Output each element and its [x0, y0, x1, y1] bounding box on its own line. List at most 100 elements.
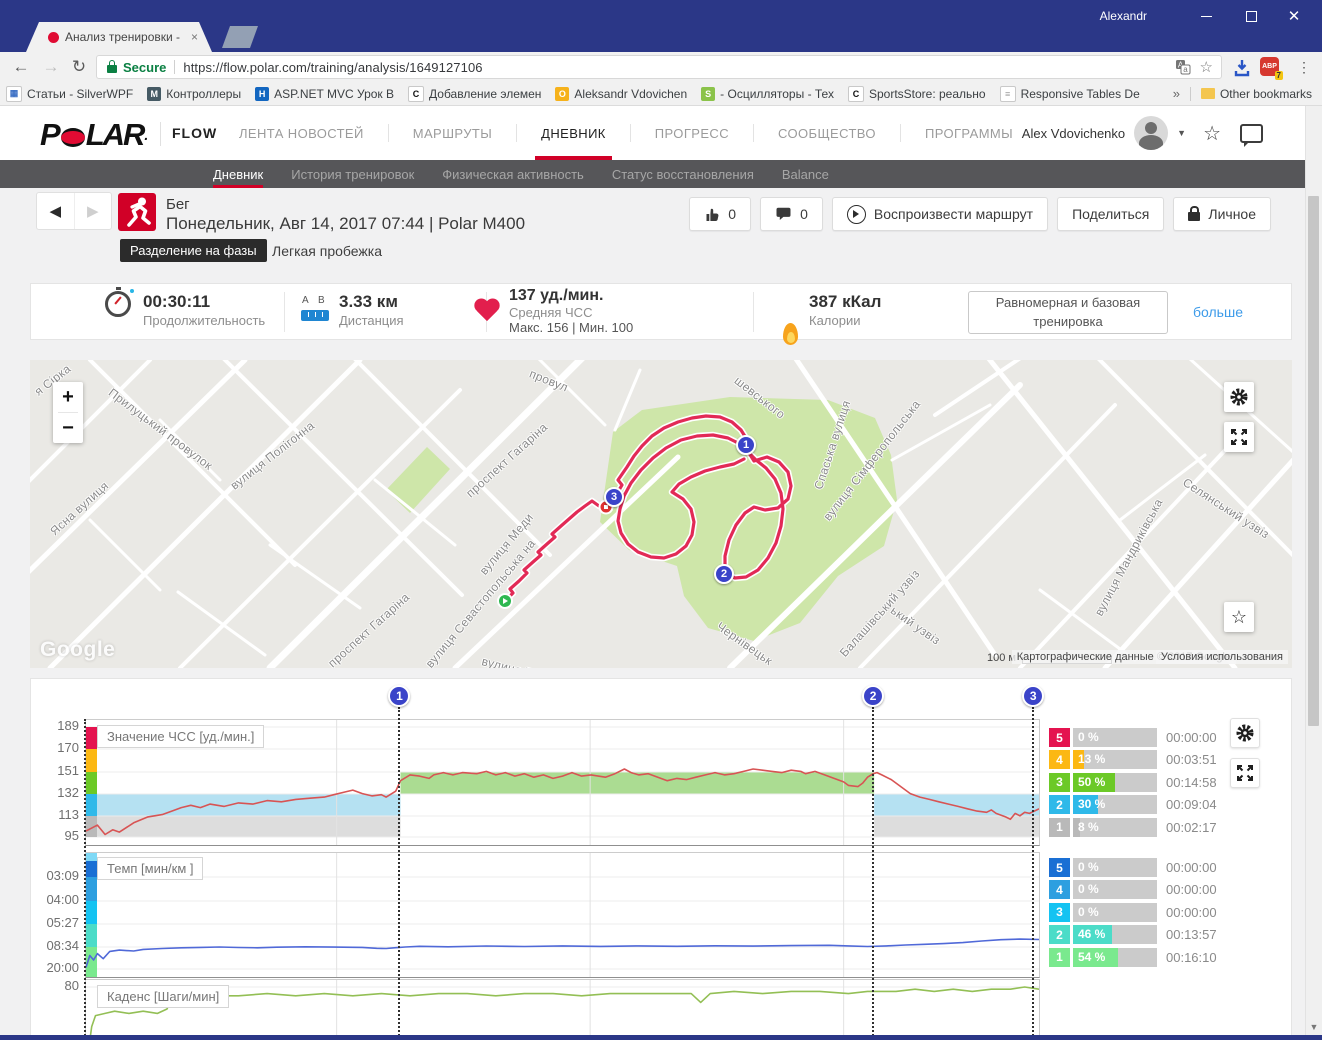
map-split-marker-3[interactable]: 3 [604, 487, 624, 507]
phase-tooltip: Разделение на фазы [120, 239, 267, 262]
chevron-down-icon[interactable]: ▼ [1177, 128, 1186, 138]
main-nav-5[interactable]: СООБЩЕСТВО [754, 106, 900, 160]
bookmark-item[interactable]: C Добавление элемен [408, 85, 541, 102]
main-nav-1[interactable]: ЛЕНТА НОВОСТЕЙ [215, 106, 388, 160]
bookmark-item[interactable]: ≡ Responsive Tables De [999, 85, 1140, 102]
translate-icon[interactable]: A а [1175, 59, 1191, 75]
axis-tick-label: 80 [64, 978, 79, 993]
main-nav-3[interactable]: ДНЕВНИК [517, 106, 630, 160]
subnav-4[interactable]: Статус восстановления [612, 160, 754, 188]
map-split-marker-1[interactable]: 1 [736, 435, 756, 455]
refresh-button[interactable]: ↻ [66, 52, 92, 82]
window-close-button[interactable]: ✕ [1278, 6, 1310, 26]
phase-marker-line [398, 707, 401, 1039]
gear-icon [1230, 388, 1248, 406]
zone-row: 3 0 % 00:00:00 [1049, 902, 1249, 922]
calories-label: Калории [809, 313, 861, 328]
window-maximize-button[interactable] [1235, 6, 1267, 26]
zone-row: 1 8 % 00:02:17 [1049, 817, 1249, 837]
scrollbar-down-arrow[interactable]: ▼ [1306, 1022, 1322, 1032]
tab-close-icon[interactable]: × [191, 30, 198, 44]
main-nav-4[interactable]: ПРОГРЕСС [631, 106, 753, 160]
zone-badge: 2 [1049, 795, 1070, 815]
phase-marker-2[interactable]: 2 [862, 685, 885, 707]
scrollbar-thumb[interactable] [1308, 196, 1319, 726]
main-nav-2[interactable]: МАРШРУТЫ [389, 106, 516, 160]
zone-percent: 50 % [1078, 774, 1106, 789]
axis-tick-label: 170 [57, 740, 79, 755]
chrome-menu-icon[interactable]: ⋮ [1292, 52, 1316, 82]
chart-fullscreen-button[interactable] [1230, 758, 1260, 788]
bookmark-favicon: H [255, 86, 270, 101]
window-minimize-button[interactable] [1190, 6, 1222, 26]
phase-marker-1[interactable]: 1 [388, 685, 411, 707]
subnav-2[interactable]: История тренировок [291, 160, 414, 188]
map-settings-button[interactable] [1224, 382, 1254, 412]
bookmarks-overflow-icon[interactable]: » [1173, 86, 1180, 101]
browser-tab[interactable]: Анализ тренировки - Po × [26, 22, 212, 52]
bookmark-star-icon[interactable]: ☆ [1200, 58, 1213, 76]
next-session-button[interactable]: ▶ [75, 193, 112, 229]
google-logo: Google [40, 638, 116, 661]
zone-percent: 8 % [1078, 819, 1099, 834]
other-bookmarks-button[interactable]: Other bookmarks [1200, 87, 1312, 101]
zoom-in-button[interactable]: + [53, 382, 83, 412]
more-link[interactable]: больше [1193, 304, 1243, 320]
favorites-star-icon[interactable]: ☆ [1203, 121, 1221, 146]
duration-value: 00:30:11 [143, 292, 211, 311]
map-save-star-button[interactable]: ☆ [1224, 602, 1254, 632]
avatar[interactable] [1134, 116, 1169, 150]
map-split-marker-2[interactable]: 2 [714, 564, 734, 584]
zoom-out-button[interactable]: − [53, 413, 83, 443]
zone-bar: 0 % [1073, 902, 1157, 922]
adblock-icon[interactable]: ABP 7 [1260, 57, 1283, 80]
bookmark-item[interactable]: ▦ Статьи - SilverWPF [6, 85, 133, 102]
bookmark-item[interactable]: M Контроллеры [147, 86, 241, 102]
polar-logo[interactable]: P LAR. [40, 117, 148, 153]
chart-plot [85, 852, 1040, 978]
play-route-button[interactable]: Воспроизвести маршрут [831, 197, 1049, 231]
new-tab-button[interactable] [222, 26, 258, 48]
diary-subnav: Дневник История тренировок Физическая акти… [0, 160, 1322, 188]
zone-badge: 4 [1049, 750, 1070, 770]
page-scrollbar[interactable]: ▼ [1305, 106, 1322, 1040]
bookmark-item[interactable]: C SportsStore: реально [847, 85, 986, 102]
share-button[interactable]: Поделиться [1057, 197, 1165, 231]
bookmark-item[interactable]: O Aleksandr Vdovichen [555, 86, 687, 102]
address-bar[interactable]: Secure https://flow.polar.com/training/a… [96, 55, 1222, 79]
phase-marker-3[interactable]: 3 [1022, 685, 1045, 707]
map-fullscreen-button[interactable] [1224, 422, 1254, 452]
bookmarks-divider [1189, 86, 1191, 101]
chrome-profile-name[interactable]: Alexandr [1100, 9, 1147, 23]
axis-tick-label: 189 [57, 718, 79, 733]
like-button[interactable]: 0 [689, 197, 752, 231]
comment-button[interactable]: 0 [760, 197, 823, 231]
main-nav-6[interactable]: ПРОГРАММЫ [901, 106, 1037, 160]
duration-label: Продолжительность [143, 313, 266, 328]
bookmark-item[interactable]: H ASP.NET MVC Урок В [255, 86, 394, 102]
route-map[interactable]: я Сірка Прилуцький провулок провул вулиця П… [30, 360, 1292, 668]
map-terms-link[interactable]: Условия использования [1155, 650, 1288, 664]
previous-session-button[interactable]: ◀ [37, 193, 75, 229]
url-text[interactable]: https://flow.polar.com/training/analysis… [183, 60, 482, 75]
subnav-3[interactable]: Физическая активность [442, 160, 584, 188]
forward-button[interactable]: → [38, 52, 64, 82]
zone-badge: 5 [1049, 858, 1070, 877]
bookmark-item[interactable]: S - Осцилляторы - Тех [701, 86, 834, 102]
bookmark-label: SportsStore: реально [868, 86, 986, 101]
training-benefit-button[interactable]: Равномерная и базовая тренировка [968, 291, 1168, 334]
map-zoom-control: + − [53, 382, 83, 443]
zone-time: 00:00:00 [1166, 860, 1217, 875]
header-user[interactable]: Alex Vdovichenko ▼ ☆ [1022, 106, 1263, 160]
back-button[interactable]: ← [8, 52, 34, 82]
feedback-chat-icon[interactable] [1240, 123, 1263, 147]
zone-badge: 5 [1049, 728, 1070, 747]
private-button[interactable]: Личное [1173, 197, 1271, 231]
subnav-1[interactable]: Дневник [213, 160, 264, 188]
phase-marker-line [872, 707, 875, 1039]
subnav-5[interactable]: Balance [782, 160, 829, 188]
download-icon[interactable] [1232, 58, 1252, 78]
user-name[interactable]: Alex Vdovichenko [1022, 126, 1125, 141]
chart-settings-button[interactable] [1230, 718, 1260, 748]
zone-bar: 46 % [1073, 925, 1157, 945]
